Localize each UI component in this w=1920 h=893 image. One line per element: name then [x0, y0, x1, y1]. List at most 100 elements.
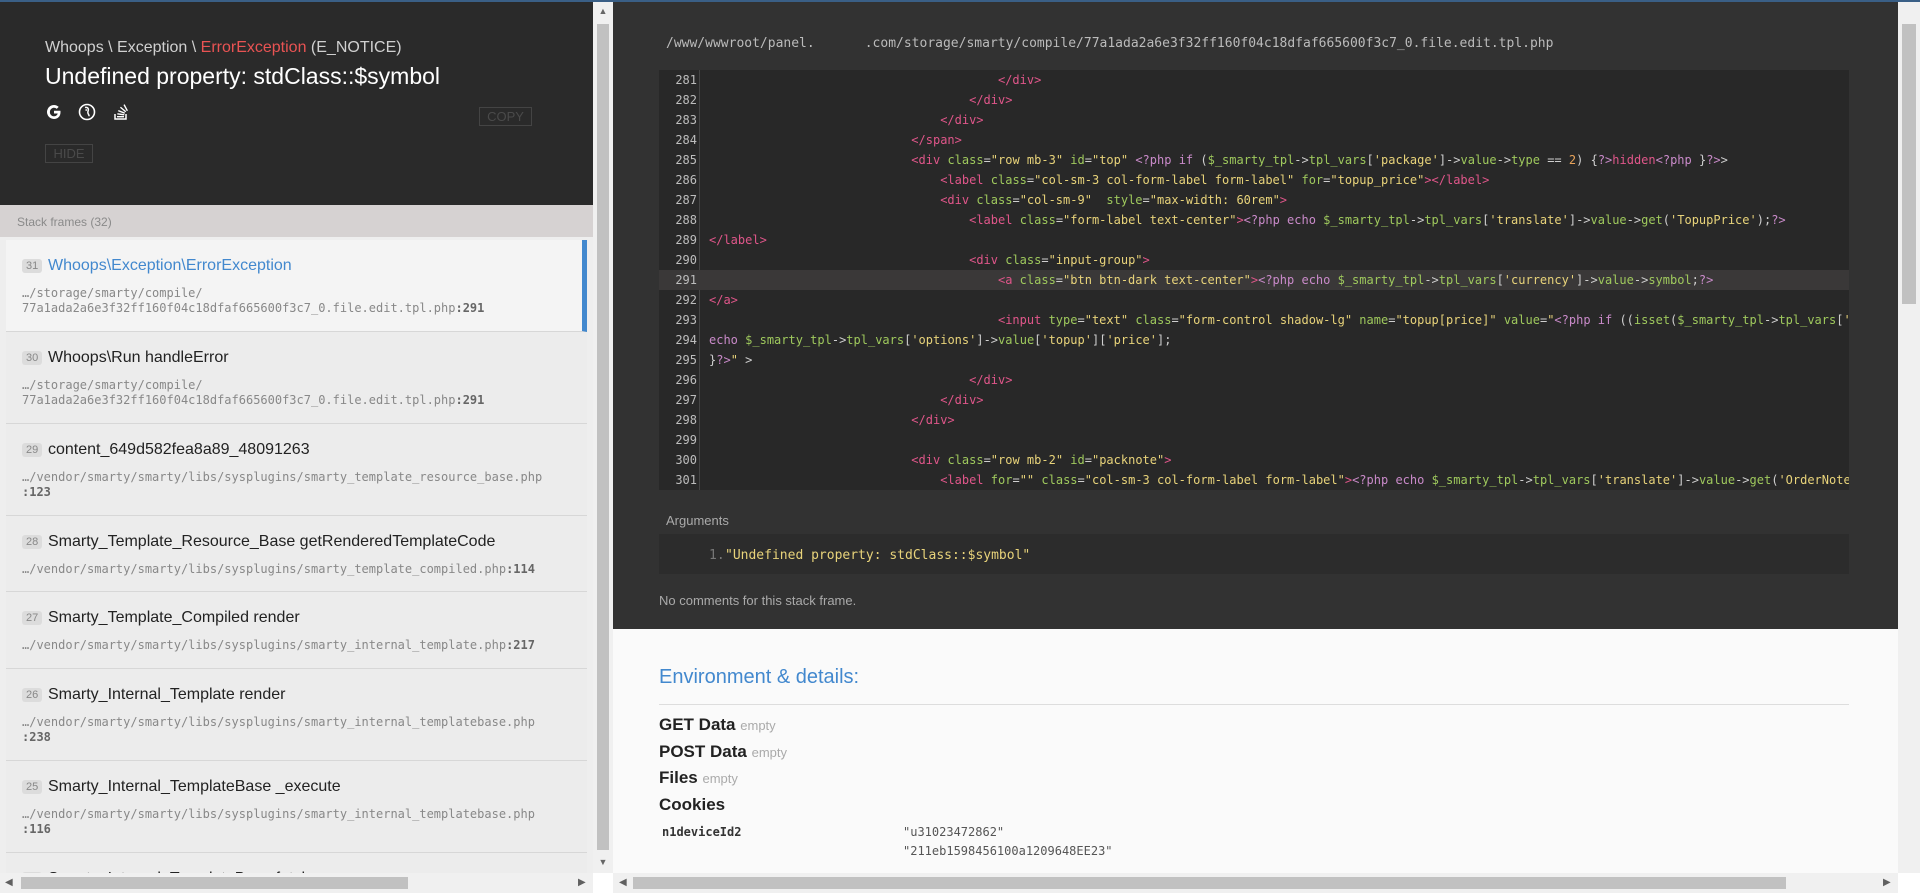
scrollbar-thumb[interactable]	[1902, 24, 1916, 304]
right-panel: /www/wwwroot/panel. .com/storage/smarty/c…	[613, 2, 1898, 873]
stack-frame[interactable]: 29 content_649d582fea8a89_48091263 …/ven…	[6, 424, 587, 516]
file-path[interactable]: /www/wwwroot/panel. .com/storage/smarty/c…	[666, 36, 1553, 51]
stack-frame[interactable]: 25 Smarty_Internal_TemplateBase _execute…	[6, 761, 587, 853]
frame-class: Smarty_Template_Compiled render	[48, 609, 300, 626]
code-line: 297 </div>	[659, 390, 1849, 410]
line-number: 285	[675, 153, 697, 167]
stack-frames-header: Stack frames (32)	[0, 205, 593, 237]
code-line: 293 <input type="text" class="form-contr…	[659, 310, 1849, 330]
copy-button[interactable]: COPY	[479, 107, 532, 126]
line-number: 298	[675, 413, 697, 427]
google-search-icon[interactable]	[45, 103, 63, 121]
frame-file: …/storage/smarty/compile/ 77a1ada2a6e3f3…	[22, 286, 485, 315]
exception-title: Whoops \ Exception \ ErrorException (E_N…	[45, 39, 402, 57]
divider	[659, 704, 1849, 705]
line-source: <label class="col-sm-3 col-form-label fo…	[940, 173, 1490, 187]
hide-button[interactable]: HIDE	[45, 144, 93, 163]
stack-frame[interactable]: 26 Smarty_Internal_Template render …/ven…	[6, 669, 587, 761]
frame-file: …/vendor/smarty/smarty/libs/sysplugins/s…	[22, 638, 535, 652]
stack-frame[interactable]: 30 Whoops\Run handleError …/storage/smar…	[6, 332, 587, 424]
code-line: 289 </label>	[659, 230, 1849, 250]
stack-frame[interactable]: 24 Smarty_Internal_TemplateBase fetch	[6, 853, 587, 873]
line-source: </label>	[709, 233, 767, 247]
argument-value: "Undefined property: stdClass::$symbol"	[725, 548, 1031, 563]
line-source: <div class="row mb-2" id="packnote">	[911, 453, 1172, 467]
line-source: </span>	[911, 133, 962, 147]
exception-code: (E_NOTICE)	[310, 39, 402, 56]
code-line: 288 <label class="form-label text-center…	[659, 210, 1849, 230]
scroll-up-arrow-icon[interactable]: ▲	[597, 6, 609, 18]
scroll-left-arrow-icon[interactable]: ◀	[619, 877, 627, 888]
frame-class: Smarty_Internal_TemplateBase _execute	[48, 778, 341, 795]
line-source: </div>	[997, 73, 1042, 87]
no-comments-text: No comments for this stack frame.	[659, 593, 857, 608]
code-line: 295 }?>" >	[659, 350, 1849, 370]
right-vertical-scrollbar[interactable]	[1898, 2, 1920, 873]
code-line: 300 <div class="row mb-2" id="packnote">	[659, 450, 1849, 470]
line-source: <label class="form-label text-center"><?…	[969, 213, 1786, 227]
duckduckgo-icon[interactable]	[78, 103, 96, 121]
line-source: </div>	[969, 373, 1013, 387]
cookies-heading: Cookies	[659, 795, 726, 814]
line-number: 301	[675, 473, 697, 487]
arguments-label: Arguments	[666, 513, 729, 528]
code-view: /www/wwwroot/panel. .com/storage/smarty/c…	[613, 2, 1898, 629]
line-source: <div class="col-sm-9" style="max-width: …	[940, 193, 1288, 207]
frame-class: Whoops\Run handleError	[48, 349, 229, 366]
left-horizontal-scrollbar[interactable]: ◀ ▶	[0, 873, 593, 893]
right-horizontal-scrollbar[interactable]: ◀ ▶	[613, 873, 1898, 893]
scrollbar-thumb[interactable]	[633, 877, 1786, 889]
frame-number: 25	[22, 780, 43, 794]
line-number: 290	[675, 253, 697, 267]
scroll-right-arrow-icon[interactable]: ▶	[1883, 877, 1891, 888]
stack-frame[interactable]: 27 Smarty_Template_Compiled render …/ven…	[6, 592, 587, 669]
scroll-left-arrow-icon[interactable]: ◀	[5, 877, 13, 888]
line-source: <input type="text" class="form-control s…	[997, 313, 1849, 327]
line-source: </div>	[940, 113, 984, 127]
scrollbar-thumb[interactable]	[21, 877, 408, 889]
line-number: 293	[675, 313, 697, 327]
line-number: 281	[675, 73, 697, 87]
frame-number: 27	[22, 611, 43, 625]
code-line: 301 <label for="" class="col-sm-3 col-fo…	[659, 470, 1849, 490]
line-source: <a class="btn btn-dark text-center"><?ph…	[997, 273, 1714, 287]
frame-file: …/storage/smarty/compile/ 77a1ada2a6e3f3…	[22, 378, 485, 407]
exception-header: Whoops \ Exception \ ErrorException (E_N…	[0, 2, 593, 205]
line-number: 296	[675, 373, 697, 387]
stack-frames-list: 31 Whoops\Exception\ErrorException …/sto…	[0, 240, 593, 873]
frame-class: Whoops\Exception\ErrorException	[48, 257, 292, 274]
code-line: 292 </a>	[659, 290, 1849, 310]
frame-file: …/vendor/smarty/smarty/libs/sysplugins/s…	[22, 807, 535, 836]
line-source: <label for="" class="col-sm-3 col-form-l…	[940, 473, 1849, 487]
frame-number: 26	[22, 688, 43, 702]
line-number: 287	[675, 193, 697, 207]
scrollbar-thumb[interactable]	[597, 24, 609, 850]
line-number: 294	[675, 333, 697, 347]
frame-number: 30	[22, 351, 43, 365]
left-vertical-scrollbar[interactable]: ▲ ▼	[593, 2, 613, 873]
search-icons	[45, 103, 141, 126]
line-source: }?>" >	[709, 353, 753, 367]
code-line: 281 </div>	[659, 70, 1849, 90]
line-number: 295	[675, 353, 697, 367]
code-line: 285 <div class="row mb-3" id="top" <?php…	[659, 150, 1849, 170]
exception-namespace: Whoops \ Exception \	[45, 39, 197, 56]
frame-number: 29	[22, 443, 43, 457]
get-data-heading: GET Data empty	[659, 715, 776, 734]
exception-class: ErrorException	[200, 39, 307, 56]
scroll-right-arrow-icon[interactable]: ▶	[578, 877, 586, 888]
cookie-value: "u31023472862"	[903, 825, 1005, 839]
stackoverflow-icon[interactable]	[112, 103, 130, 121]
code-line: 294 echo $_smarty_tpl->tpl_vars['options'…	[659, 330, 1849, 350]
post-data-heading: POST Data empty	[659, 742, 787, 761]
scroll-down-arrow-icon[interactable]: ▼	[597, 857, 609, 869]
line-number: 282	[675, 93, 697, 107]
code-line: 283 </div>	[659, 110, 1849, 130]
stack-frames-count: Stack frames (32)	[17, 215, 112, 229]
line-source: <div class="input-group">	[969, 253, 1150, 267]
stack-frame[interactable]: 31 Whoops\Exception\ErrorException …/sto…	[6, 240, 587, 332]
line-number: 297	[675, 393, 697, 407]
line-number: 291	[675, 273, 697, 287]
line-source: <div class="row mb-3" id="top" <?php if …	[911, 153, 1728, 167]
stack-frame[interactable]: 28 Smarty_Template_Resource_Base getRend…	[6, 516, 587, 592]
